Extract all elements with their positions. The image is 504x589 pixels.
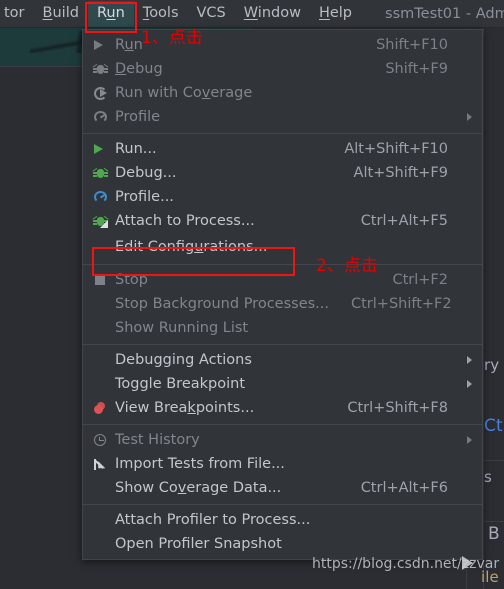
background-fragment-b: B <box>488 524 500 544</box>
menu-item-label: Edit Configurations... <box>115 238 268 255</box>
background-fragment-ct: Ct <box>484 416 503 436</box>
menu-item-attach-profiler-to-process[interactable]: Attach Profiler to Process... <box>83 508 482 532</box>
menu-item-label: Import Tests from File... <box>115 456 285 472</box>
menu-item-stop[interactable]: Stop Ctrl+F2 <box>83 268 482 292</box>
menu-item-label: Test History <box>115 432 200 448</box>
menu-item-shortcut: Alt+Shift+F10 <box>344 141 448 157</box>
menu-item-debugging-actions[interactable]: Debugging Actions <box>83 348 482 372</box>
menu-item-label: View Breakpoints... <box>115 400 255 416</box>
run-menu-popup: Run Shift+F10 Debug Shift+F9 Run with Co… <box>82 29 483 560</box>
no-icon <box>91 352 111 368</box>
menubar-item-build[interactable]: Build <box>34 1 88 27</box>
menu-separator <box>83 424 482 425</box>
menu-item-attach-to-process[interactable]: Attach to Process... Ctrl+Alt+F5 <box>83 209 482 233</box>
menu-item-run-with-coverage[interactable]: Run with Coverage <box>83 81 482 105</box>
menu-separator <box>83 133 482 134</box>
menu-item-shortcut: Ctrl+Shift+F8 <box>347 400 448 416</box>
menu-item-label: Debug <box>115 61 163 77</box>
menu-item-shortcut: Alt+Shift+F9 <box>353 165 448 181</box>
menubar-item-window[interactable]: Window <box>235 1 310 27</box>
menu-item-label: Open Profiler Snapshot <box>115 536 282 552</box>
menu-item-run-ellipsis[interactable]: Run... Alt+Shift+F10 <box>83 137 482 161</box>
menu-item-label: Run with Coverage <box>115 85 253 101</box>
menu-item-shortcut: Ctrl+F2 <box>392 272 448 288</box>
menu-item-shortcut: Ctrl+Alt+F5 <box>360 213 448 229</box>
background-fragment-ry: ry <box>484 356 500 374</box>
play-icon <box>91 141 111 157</box>
menu-item-shortcut: Ctrl+Alt+F6 <box>360 480 448 496</box>
menu-item-label: Debug... <box>115 165 177 181</box>
menu-item-label: Profile... <box>115 189 174 205</box>
menubar-item-tools[interactable]: Tools <box>134 1 188 27</box>
no-icon <box>91 239 111 255</box>
attach-process-icon <box>91 213 111 229</box>
profile-icon <box>91 189 111 205</box>
menu-item-edit-configurations[interactable]: Edit Configurations... <box>83 233 482 260</box>
bug-icon <box>91 61 111 77</box>
no-icon <box>91 536 111 552</box>
menu-item-open-profiler-snapshot[interactable]: Open Profiler Snapshot <box>83 532 482 556</box>
bug-icon <box>91 165 111 181</box>
watermark-play-icon <box>462 556 473 570</box>
menu-item-debug[interactable]: Debug Shift+F9 <box>83 57 482 81</box>
menubar-item-run[interactable]: Run <box>87 0 134 27</box>
menu-item-label: Show Coverage Data... <box>115 480 282 496</box>
play-icon <box>91 37 111 53</box>
no-icon <box>91 376 111 392</box>
menu-separator <box>83 504 482 505</box>
menu-item-label: Stop Background Processes... <box>115 296 329 312</box>
right-tool-strip <box>483 27 504 589</box>
menu-item-shortcut: Shift+F10 <box>376 37 448 53</box>
menubar-item-vcs[interactable]: VCS <box>188 1 235 27</box>
menu-item-import-tests-from-file[interactable]: Import Tests from File... <box>83 452 482 476</box>
menu-item-stop-background-processes[interactable]: Stop Background Processes... Ctrl+Shift+… <box>83 292 482 316</box>
menu-bar: tor Build Run Tools VCS Window Help ssmT… <box>0 0 504 28</box>
menu-item-label: Debugging Actions <box>115 352 252 368</box>
menu-item-shortcut: Ctrl+Shift+F2 <box>351 296 452 312</box>
menu-item-show-running-list[interactable]: Show Running List <box>83 316 482 340</box>
menu-item-label: Attach Profiler to Process... <box>115 512 311 528</box>
menu-separator <box>83 264 482 265</box>
background-fragment-s: s <box>484 468 492 486</box>
import-icon <box>91 456 111 472</box>
clock-icon <box>91 432 111 448</box>
no-icon <box>91 296 111 312</box>
menu-item-label: Profile <box>115 109 161 125</box>
menubar-item-editor[interactable]: tor <box>0 1 34 27</box>
no-icon <box>91 480 111 496</box>
coverage-icon <box>91 85 111 101</box>
menu-item-shortcut: Shift+F9 <box>385 61 448 77</box>
stop-icon <box>91 272 111 288</box>
menu-separator <box>83 344 482 345</box>
menu-item-profile[interactable]: Profile <box>83 105 482 129</box>
ide-window: ry Ct s B ile tor Build Run Tools VCS Wi… <box>0 0 504 589</box>
menu-item-label: Run... <box>115 141 157 157</box>
profile-icon <box>91 109 111 125</box>
menu-item-view-breakpoints[interactable]: View Breakpoints... Ctrl+Shift+F8 <box>83 396 482 420</box>
menu-item-toggle-breakpoint[interactable]: Toggle Breakpoint <box>83 372 482 396</box>
menu-item-label: Show Running List <box>115 320 249 336</box>
annotation-step-2: 2、点击 <box>316 256 378 276</box>
menu-item-label: Toggle Breakpoint <box>115 376 246 392</box>
breakpoint-icon <box>91 400 111 416</box>
no-icon <box>91 512 111 528</box>
right-strip-divider <box>483 27 484 589</box>
menu-item-test-history[interactable]: Test History <box>83 428 482 452</box>
menu-item-debug-ellipsis[interactable]: Debug... Alt+Shift+F9 <box>83 161 482 185</box>
menubar-item-help[interactable]: Help <box>310 1 361 27</box>
annotation-step-1: 1、点击 <box>141 28 203 48</box>
no-icon <box>91 320 111 336</box>
menu-item-show-coverage-data[interactable]: Show Coverage Data... Ctrl+Alt+F6 <box>83 476 482 500</box>
project-title: ssmTest01 - Adm <box>385 5 504 22</box>
menu-item-profile-ellipsis[interactable]: Profile... <box>83 185 482 209</box>
menu-item-label: Attach to Process... <box>115 213 255 229</box>
